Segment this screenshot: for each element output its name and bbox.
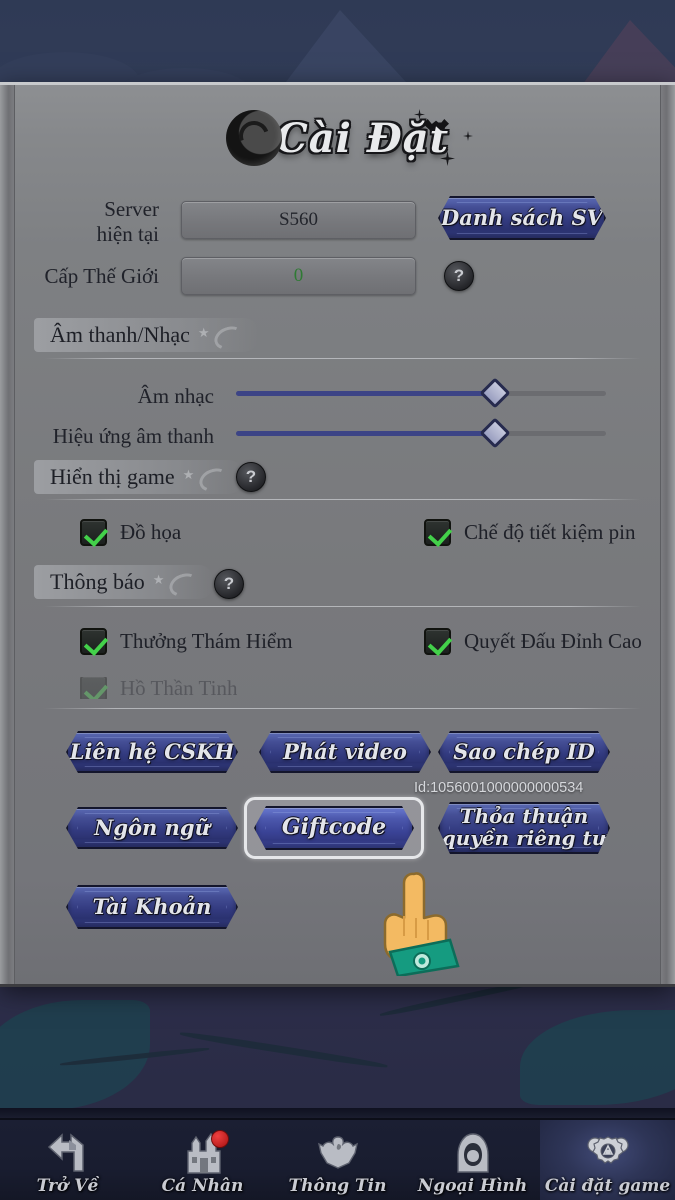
checkbox-peak-duel-box[interactable] xyxy=(424,628,451,655)
checkbox-exploration-reward-label: Thưởng Thám Hiểm xyxy=(120,629,293,653)
wing-crest-icon xyxy=(315,1131,361,1175)
checkbox-battery-saver[interactable]: Chế độ tiết kiệm pin xyxy=(424,519,635,546)
section-flourish-icon xyxy=(183,466,229,488)
section-divider xyxy=(44,606,641,607)
contact-support-button-label: Liên hệ CSKH xyxy=(69,738,235,764)
nav-item-info[interactable]: Thông Tin xyxy=(270,1120,405,1200)
checkbox-lake-spirit[interactable]: Hồ Thần Tinh xyxy=(80,677,237,699)
sfx-slider[interactable] xyxy=(236,417,606,449)
checkbox-peak-duel-label: Quyết Đấu Đỉnh Cao xyxy=(464,629,642,653)
world-level-field: 0 xyxy=(181,257,416,295)
section-header-display: Hiển thị game xyxy=(34,460,243,494)
hooded-figure-icon xyxy=(450,1131,496,1175)
section-divider xyxy=(44,358,641,359)
server-label-line1: Server xyxy=(104,197,159,221)
play-video-button[interactable]: Phát video xyxy=(259,731,431,773)
checkbox-lake-spirit-label: Hồ Thần Tinh xyxy=(120,677,238,699)
copy-id-button[interactable]: Sao chép ID xyxy=(438,731,610,773)
nav-label-info: Thông Tin xyxy=(288,1176,387,1196)
sfx-slider-label: Hiệu ứng âm thanh xyxy=(52,423,214,448)
section-title-display: Hiển thị game xyxy=(50,464,175,489)
nav-label-appearance: Ngoại Hình xyxy=(417,1176,528,1196)
giftcode-button-label: Giftcode xyxy=(281,814,387,841)
language-button[interactable]: Ngôn ngữ xyxy=(66,807,238,849)
nav-label-settings: Cài đặt game xyxy=(544,1176,671,1196)
world-level-row: Cấp Thế Giới 0 ? xyxy=(14,255,661,297)
giftcode-button[interactable]: Giftcode xyxy=(254,806,414,850)
panel-title-area: Cài Đặt xyxy=(14,103,661,173)
server-label-line2: hiện tại xyxy=(96,222,159,246)
checkbox-graphics-label: Đồ họa xyxy=(120,520,182,544)
server-list-button[interactable]: Danh sách SV xyxy=(438,196,606,240)
checkbox-graphics-box[interactable] xyxy=(80,519,107,546)
section-header-audio: Âm thanh/Nhạc xyxy=(34,318,258,352)
page-title: Cài Đặt xyxy=(275,114,450,162)
nav-top-edge xyxy=(0,1108,675,1118)
question-mark-icon[interactable]: ? xyxy=(444,261,474,291)
slider-handle[interactable] xyxy=(479,377,511,409)
music-slider[interactable] xyxy=(236,377,606,409)
checkbox-peak-duel[interactable]: Quyết Đấu Đỉnh Cao xyxy=(424,628,642,655)
language-button-label: Ngôn ngữ xyxy=(94,814,210,840)
scroll-bottom-divider xyxy=(44,708,641,709)
account-id-text: Id:1056001000000000534 xyxy=(414,780,584,796)
slider-fill xyxy=(236,391,495,396)
checkbox-graphics[interactable]: Đồ họa xyxy=(80,519,181,546)
nav-item-character[interactable]: Cá Nhân xyxy=(135,1120,270,1200)
nav-item-back[interactable]: Trở Về xyxy=(0,1120,135,1200)
moon-swirl-icon xyxy=(225,110,282,166)
contact-support-button[interactable]: Liên hệ CSKH xyxy=(66,731,238,773)
castle-icon xyxy=(180,1130,229,1175)
nav-label-back: Trở Về xyxy=(36,1176,99,1196)
gear-icon xyxy=(585,1131,631,1175)
checkbox-battery-saver-label: Chế độ tiết kiệm pin xyxy=(464,520,636,544)
nav-label-character: Cá Nhân xyxy=(161,1176,244,1196)
world-level-label: Cấp Thế Giới xyxy=(44,263,159,288)
section-divider xyxy=(44,499,641,500)
slider-fill xyxy=(236,431,495,436)
account-button[interactable]: Tài Khoản xyxy=(66,885,238,929)
slider-handle[interactable] xyxy=(479,417,511,449)
server-row: Server hiện tại S560 Danh sách SV xyxy=(14,193,661,251)
privacy-policy-button-label: Thỏa thuận quyền riêng tư xyxy=(441,804,607,850)
checkbox-battery-saver-box[interactable] xyxy=(424,519,451,546)
sparkle-icon xyxy=(463,131,473,141)
pointing-hand-cursor xyxy=(372,866,468,978)
nav-item-appearance[interactable]: Ngoại Hình xyxy=(405,1120,540,1200)
current-server-field[interactable]: S560 xyxy=(181,201,416,239)
section-header-notifications: Thông báo xyxy=(34,565,213,599)
section-title-notifications: Thông báo xyxy=(50,569,145,594)
privacy-policy-button[interactable]: Thỏa thuận quyền riêng tư xyxy=(438,802,610,854)
question-mark-icon[interactable]: ? xyxy=(214,569,244,599)
checkbox-exploration-reward[interactable]: Thưởng Thám Hiểm xyxy=(80,628,293,655)
section-flourish-icon xyxy=(153,571,199,593)
section-title-audio: Âm thanh/Nhạc xyxy=(50,322,190,347)
account-button-label: Tài Khoản xyxy=(92,893,212,919)
checkbox-lake-spirit-box[interactable] xyxy=(80,677,107,699)
checkbox-exploration-reward-box[interactable] xyxy=(80,628,107,655)
music-slider-label: Âm nhạc xyxy=(137,383,214,408)
bottom-navigation: Trở Về Cá Nhân Thông Tin Ngoại Hình Cài … xyxy=(0,1118,675,1200)
settings-panel: Cài Đặt Server hiện tại S560 Danh sách S… xyxy=(0,82,675,987)
notification-badge xyxy=(210,1130,229,1148)
back-arrow-icon xyxy=(45,1131,91,1175)
server-list-button-label: Danh sách SV xyxy=(441,204,603,230)
section-flourish-icon xyxy=(198,324,244,346)
nav-item-settings[interactable]: Cài đặt game xyxy=(540,1120,675,1200)
question-mark-icon[interactable]: ? xyxy=(236,462,266,492)
copy-id-button-label: Sao chép ID xyxy=(453,738,595,764)
play-video-button-label: Phát video xyxy=(283,738,407,764)
